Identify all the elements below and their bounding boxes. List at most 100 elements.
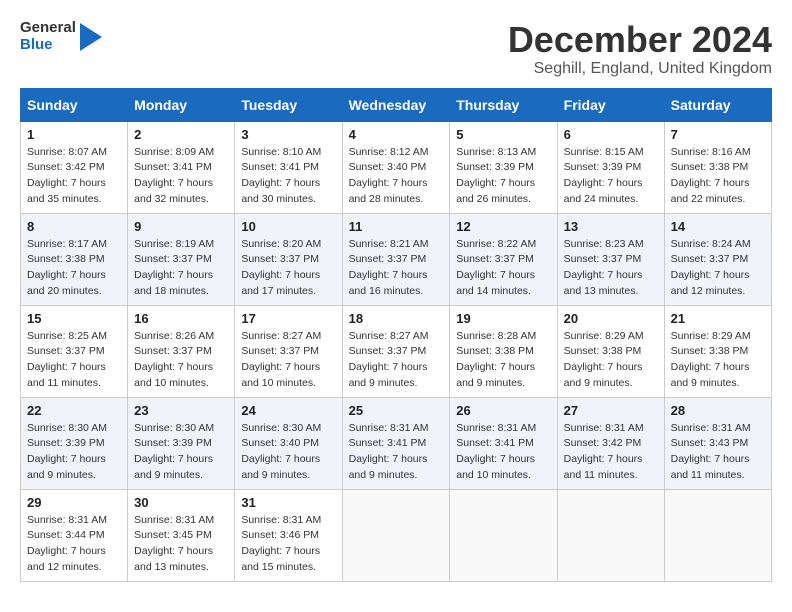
calendar-cell: 10 Sunrise: 8:20 AMSunset: 3:37 PMDayligh… [235, 213, 342, 305]
calendar-table: SundayMondayTuesdayWednesdayThursdayFrid… [20, 88, 772, 582]
day-number: 31 [241, 495, 335, 510]
header-tuesday: Tuesday [235, 88, 342, 121]
day-info: Sunrise: 8:07 AMSunset: 3:42 PMDaylight:… [27, 145, 121, 208]
day-number: 19 [456, 311, 550, 326]
day-number: 8 [27, 219, 121, 234]
day-info: Sunrise: 8:27 AMSunset: 3:37 PMDaylight:… [349, 329, 444, 392]
day-info: Sunrise: 8:30 AMSunset: 3:39 PMDaylight:… [134, 421, 228, 484]
day-number: 28 [671, 403, 765, 418]
day-number: 29 [27, 495, 121, 510]
logo: General Blue [20, 20, 102, 53]
calendar-cell: 12 Sunrise: 8:22 AMSunset: 3:37 PMDayligh… [450, 213, 557, 305]
calendar-cell: 26 Sunrise: 8:31 AMSunset: 3:41 PMDayligh… [450, 397, 557, 489]
day-info: Sunrise: 8:29 AMSunset: 3:38 PMDaylight:… [564, 329, 658, 392]
day-info: Sunrise: 8:31 AMSunset: 3:44 PMDaylight:… [27, 513, 121, 576]
calendar-cell: 18 Sunrise: 8:27 AMSunset: 3:37 PMDayligh… [342, 305, 450, 397]
calendar-cell: 8Sunrise: 8:17 AMSunset: 3:38 PMDaylight… [21, 213, 128, 305]
day-number: 5 [456, 127, 550, 142]
calendar-cell [342, 489, 450, 581]
day-info: Sunrise: 8:31 AMSunset: 3:45 PMDaylight:… [134, 513, 228, 576]
day-info: Sunrise: 8:23 AMSunset: 3:37 PMDaylight:… [564, 237, 658, 300]
day-number: 4 [349, 127, 444, 142]
calendar-cell: 28 Sunrise: 8:31 AMSunset: 3:43 PMDayligh… [664, 397, 771, 489]
day-info: Sunrise: 8:15 AMSunset: 3:39 PMDaylight:… [564, 145, 658, 208]
day-info: Sunrise: 8:28 AMSunset: 3:38 PMDaylight:… [456, 329, 550, 392]
calendar-cell: 20 Sunrise: 8:29 AMSunset: 3:38 PMDayligh… [557, 305, 664, 397]
week-row-3: 15 Sunrise: 8:25 AMSunset: 3:37 PMDayligh… [21, 305, 772, 397]
day-number: 7 [671, 127, 765, 142]
calendar-cell: 1Sunrise: 8:07 AMSunset: 3:42 PMDaylight… [21, 121, 128, 213]
day-info: Sunrise: 8:31 AMSunset: 3:42 PMDaylight:… [564, 421, 658, 484]
calendar-header-row: SundayMondayTuesdayWednesdayThursdayFrid… [21, 88, 772, 121]
week-row-4: 22 Sunrise: 8:30 AMSunset: 3:39 PMDayligh… [21, 397, 772, 489]
day-number: 22 [27, 403, 121, 418]
calendar-cell: 7 Sunrise: 8:16 AMSunset: 3:38 PMDaylight… [664, 121, 771, 213]
calendar-cell: 9 Sunrise: 8:19 AMSunset: 3:37 PMDaylight… [128, 213, 235, 305]
calendar-cell: 16 Sunrise: 8:26 AMSunset: 3:37 PMDayligh… [128, 305, 235, 397]
day-number: 13 [564, 219, 658, 234]
day-info: Sunrise: 8:19 AMSunset: 3:37 PMDaylight:… [134, 237, 228, 300]
day-info: Sunrise: 8:21 AMSunset: 3:37 PMDaylight:… [349, 237, 444, 300]
day-number: 20 [564, 311, 658, 326]
day-number: 11 [349, 219, 444, 234]
week-row-2: 8Sunrise: 8:17 AMSunset: 3:38 PMDaylight… [21, 213, 772, 305]
calendar-cell: 30Sunrise: 8:31 AMSunset: 3:45 PMDayligh… [128, 489, 235, 581]
calendar-cell: 14 Sunrise: 8:24 AMSunset: 3:37 PMDayligh… [664, 213, 771, 305]
calendar-cell [450, 489, 557, 581]
day-info: Sunrise: 8:24 AMSunset: 3:37 PMDaylight:… [671, 237, 765, 300]
calendar-cell: 15 Sunrise: 8:25 AMSunset: 3:37 PMDayligh… [21, 305, 128, 397]
calendar-cell: 22Sunrise: 8:30 AMSunset: 3:39 PMDayligh… [21, 397, 128, 489]
calendar-cell: 2 Sunrise: 8:09 AMSunset: 3:41 PMDaylight… [128, 121, 235, 213]
day-info: Sunrise: 8:10 AMSunset: 3:41 PMDaylight:… [241, 145, 335, 208]
day-number: 12 [456, 219, 550, 234]
calendar-cell: 11 Sunrise: 8:21 AMSunset: 3:37 PMDayligh… [342, 213, 450, 305]
day-info: Sunrise: 8:30 AMSunset: 3:40 PMDaylight:… [241, 421, 335, 484]
day-info: Sunrise: 8:09 AMSunset: 3:41 PMDaylight:… [134, 145, 228, 208]
calendar-cell: 17 Sunrise: 8:27 AMSunset: 3:37 PMDayligh… [235, 305, 342, 397]
week-row-5: 29 Sunrise: 8:31 AMSunset: 3:44 PMDayligh… [21, 489, 772, 581]
calendar-cell: 23 Sunrise: 8:30 AMSunset: 3:39 PMDayligh… [128, 397, 235, 489]
day-info: Sunrise: 8:31 AMSunset: 3:41 PMDaylight:… [456, 421, 550, 484]
logo-arrow-icon [80, 23, 102, 51]
day-info: Sunrise: 8:31 AMSunset: 3:41 PMDaylight:… [349, 421, 444, 484]
day-info: Sunrise: 8:22 AMSunset: 3:37 PMDaylight:… [456, 237, 550, 300]
day-number: 3 [241, 127, 335, 142]
calendar-cell: 29 Sunrise: 8:31 AMSunset: 3:44 PMDayligh… [21, 489, 128, 581]
logo-general: General [20, 20, 76, 37]
day-number: 15 [27, 311, 121, 326]
day-info: Sunrise: 8:25 AMSunset: 3:37 PMDaylight:… [27, 329, 121, 392]
day-number: 25 [349, 403, 444, 418]
day-info: Sunrise: 8:16 AMSunset: 3:38 PMDaylight:… [671, 145, 765, 208]
day-number: 16 [134, 311, 228, 326]
day-number: 18 [349, 311, 444, 326]
calendar-cell: 19 Sunrise: 8:28 AMSunset: 3:38 PMDayligh… [450, 305, 557, 397]
calendar-cell: 3 Sunrise: 8:10 AMSunset: 3:41 PMDaylight… [235, 121, 342, 213]
calendar-cell [664, 489, 771, 581]
day-number: 23 [134, 403, 228, 418]
day-number: 21 [671, 311, 765, 326]
day-info: Sunrise: 8:26 AMSunset: 3:37 PMDaylight:… [134, 329, 228, 392]
day-number: 9 [134, 219, 228, 234]
calendar-cell: 6Sunrise: 8:15 AMSunset: 3:39 PMDaylight… [557, 121, 664, 213]
day-info: Sunrise: 8:13 AMSunset: 3:39 PMDaylight:… [456, 145, 550, 208]
day-number: 10 [241, 219, 335, 234]
month-title: December 2024 [508, 20, 772, 60]
calendar-cell: 13 Sunrise: 8:23 AMSunset: 3:37 PMDayligh… [557, 213, 664, 305]
day-number: 2 [134, 127, 228, 142]
day-info: Sunrise: 8:29 AMSunset: 3:38 PMDaylight:… [671, 329, 765, 392]
calendar-cell: 5 Sunrise: 8:13 AMSunset: 3:39 PMDaylight… [450, 121, 557, 213]
header: General Blue December 2024 Seghill, Engl… [20, 20, 772, 78]
day-number: 14 [671, 219, 765, 234]
day-info: Sunrise: 8:20 AMSunset: 3:37 PMDaylight:… [241, 237, 335, 300]
title-area: December 2024 Seghill, England, United K… [508, 20, 772, 78]
calendar-cell: 27Sunrise: 8:31 AMSunset: 3:42 PMDayligh… [557, 397, 664, 489]
day-number: 17 [241, 311, 335, 326]
header-wednesday: Wednesday [342, 88, 450, 121]
calendar-cell: 21 Sunrise: 8:29 AMSunset: 3:38 PMDayligh… [664, 305, 771, 397]
week-row-1: 1Sunrise: 8:07 AMSunset: 3:42 PMDaylight… [21, 121, 772, 213]
day-info: Sunrise: 8:31 AMSunset: 3:43 PMDaylight:… [671, 421, 765, 484]
day-info: Sunrise: 8:27 AMSunset: 3:37 PMDaylight:… [241, 329, 335, 392]
day-number: 26 [456, 403, 550, 418]
calendar-cell: 25 Sunrise: 8:31 AMSunset: 3:41 PMDayligh… [342, 397, 450, 489]
day-number: 24 [241, 403, 335, 418]
